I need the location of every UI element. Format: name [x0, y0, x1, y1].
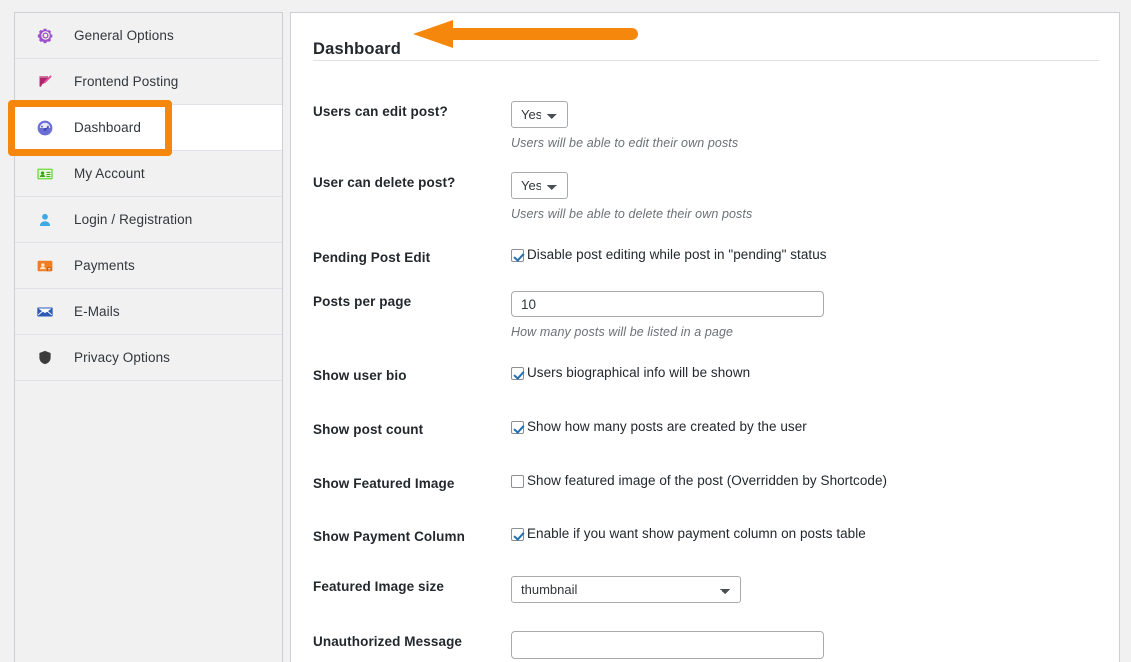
sidebar-item-general-options[interactable]: General Options [15, 13, 282, 59]
row-label: Pending Post Edit [313, 250, 431, 265]
settings-page: General Options Frontend Posting Dashboa… [0, 0, 1131, 662]
sidebar-item-label: My Account [74, 166, 145, 181]
row-label: Show Payment Column [313, 529, 465, 544]
sidebar-item-label: Frontend Posting [74, 74, 179, 89]
row-label: Show user bio [313, 368, 407, 383]
sidebar-item-privacy-options[interactable]: Privacy Options [15, 335, 282, 381]
sidebar-item-my-account[interactable]: My Account [15, 151, 282, 197]
user-icon [35, 210, 55, 230]
settings-sidebar: General Options Frontend Posting Dashboa… [14, 12, 283, 662]
row-field: Show featured image of the post (Overrid… [511, 473, 1119, 488]
show-post-count-checkbox-row[interactable]: Show how many posts are created by the u… [511, 419, 1119, 434]
form-row-unauthorized-message: Unauthorized Message [291, 631, 1119, 659]
form-row-show-payment-column: Show Payment Column Enable if you want s… [291, 526, 1119, 544]
users-can-edit-post-select[interactable]: Yes [511, 101, 568, 128]
sidebar-item-label: Payments [74, 258, 135, 273]
sidebar-item-label: E-Mails [74, 304, 120, 319]
row-label: Show Featured Image [313, 476, 455, 491]
checkbox-label: Show featured image of the post (Overrid… [527, 473, 888, 488]
page-title: Dashboard [313, 40, 401, 58]
shield-icon [35, 348, 55, 368]
pending-post-edit-checkbox-row[interactable]: Disable post editing while post in "pend… [511, 247, 1119, 262]
settings-content-panel: Dashboard Users can edit post? Yes Users… [290, 12, 1120, 662]
checkbox-label: Show how many posts are created by the u… [527, 419, 807, 434]
form-row-featured-image-size: Featured Image size thumbnail [291, 576, 1119, 603]
row-field: thumbnail [511, 576, 1119, 603]
row-label: Unauthorized Message [313, 634, 463, 649]
id-card-icon [35, 164, 55, 184]
checkbox-label: Disable post editing while post in "pend… [527, 247, 827, 262]
pencil-square-icon [35, 72, 55, 92]
sidebar-item-payments[interactable]: Payments [15, 243, 282, 289]
sidebar-item-frontend-posting[interactable]: Frontend Posting [15, 59, 282, 105]
sidebar-item-login-registration[interactable]: Login / Registration [15, 197, 282, 243]
checkbox-label: Enable if you want show payment column o… [527, 526, 866, 541]
show-featured-image-checkbox-row[interactable]: Show featured image of the post (Overrid… [511, 473, 1119, 488]
row-label: Users can edit post? [313, 104, 448, 119]
form-row-posts-per-page: Posts per page How many posts will be li… [291, 291, 1119, 339]
title-divider [313, 60, 1099, 61]
gear-icon [35, 26, 55, 46]
show-featured-image-checkbox[interactable] [511, 475, 524, 488]
sidebar-item-label: Login / Registration [74, 212, 193, 227]
show-post-count-checkbox[interactable] [511, 421, 524, 434]
form-row-pending-post-edit: Pending Post Edit Disable post editing w… [291, 247, 1119, 265]
featured-image-size-select[interactable]: thumbnail [511, 576, 741, 603]
form-row-show-user-bio: Show user bio Users biographical info wi… [291, 365, 1119, 383]
row-field: Users biographical info will be shown [511, 365, 1119, 380]
row-label: Show post count [313, 422, 424, 437]
checkbox-label: Users biographical info will be shown [527, 365, 751, 380]
envelope-icon [35, 302, 55, 322]
gauge-icon [35, 118, 55, 138]
row-field: Yes Users will be able to edit their own… [511, 101, 1119, 150]
posts-per-page-input[interactable] [511, 291, 824, 317]
row-label: Posts per page [313, 294, 412, 309]
show-payment-column-checkbox-row[interactable]: Enable if you want show payment column o… [511, 526, 1119, 541]
sidebar-item-label: General Options [74, 28, 174, 43]
form-row-users-can-edit-post: Users can edit post? Yes Users will be a… [291, 101, 1119, 150]
sidebar-item-emails[interactable]: E-Mails [15, 289, 282, 335]
form-row-show-post-count: Show post count Show how many posts are … [291, 419, 1119, 437]
row-field: How many posts will be listed in a page [511, 291, 1119, 339]
form-row-user-can-delete-post: User can delete post? Yes Users will be … [291, 172, 1119, 221]
form-row-show-featured-image: Show Featured Image Show featured image … [291, 473, 1119, 491]
row-field: Disable post editing while post in "pend… [511, 247, 1119, 262]
row-label: User can delete post? [313, 175, 456, 190]
sidebar-item-label: Dashboard [74, 120, 141, 135]
row-field: Show how many posts are created by the u… [511, 419, 1119, 434]
row-help-text: Users will be able to edit their own pos… [511, 136, 739, 150]
user-can-delete-post-select[interactable]: Yes [511, 172, 568, 199]
payment-card-icon [35, 256, 55, 276]
sidebar-item-dashboard[interactable]: Dashboard [15, 105, 282, 151]
settings-form: Users can edit post? Yes Users will be a… [291, 73, 1119, 659]
sidebar-empty-area [15, 381, 282, 541]
unauthorized-message-input[interactable] [511, 631, 824, 659]
show-user-bio-checkbox-row[interactable]: Users biographical info will be shown [511, 365, 1119, 380]
pending-post-edit-checkbox[interactable] [511, 249, 524, 262]
show-payment-column-checkbox[interactable] [511, 528, 524, 541]
row-help-text: Users will be able to delete their own p… [511, 207, 753, 221]
row-field [511, 631, 1119, 659]
sidebar-item-label: Privacy Options [74, 350, 171, 365]
show-user-bio-checkbox[interactable] [511, 367, 524, 380]
row-help-text: How many posts will be listed in a page [511, 325, 734, 339]
row-field: Enable if you want show payment column o… [511, 526, 1119, 541]
row-field: Yes Users will be able to delete their o… [511, 172, 1119, 221]
row-label: Featured Image size [313, 579, 444, 594]
